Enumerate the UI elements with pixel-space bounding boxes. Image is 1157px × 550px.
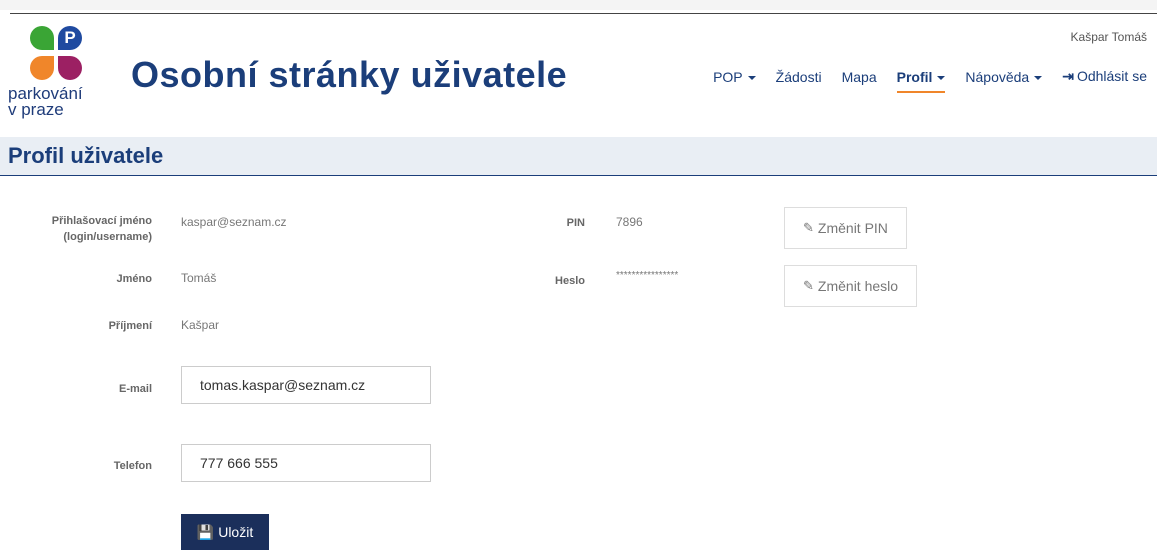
pin-label: PIN [566, 217, 585, 229]
logo-leaf-blue: P [58, 26, 82, 50]
change-password-button[interactable]: ✎ Změnit heslo [784, 265, 918, 307]
caret-down-icon [1034, 75, 1043, 80]
section-title: Profil uživatele [8, 143, 164, 168]
caret-down-icon [747, 75, 756, 80]
nav-zadosti[interactable]: Žádosti [776, 69, 822, 93]
caret-down-icon [937, 75, 946, 80]
logo-leaf-green [30, 26, 54, 50]
floppy-disk-icon: 💾 [196, 523, 215, 540]
pin-value: 7896 [616, 215, 643, 229]
logo-leaf-orange [30, 56, 54, 80]
phone-field[interactable]: 777 666 555 [181, 444, 431, 482]
phone-label: Telefon [113, 460, 152, 472]
email-label: E-mail [118, 383, 152, 395]
logo-leaf-purple [58, 56, 82, 80]
user-name: Kašpar Tomáš [1070, 30, 1147, 44]
nav-napoveda[interactable]: Nápověda [965, 69, 1043, 93]
nav-pop[interactable]: POP [713, 69, 756, 93]
name-label: Jméno [116, 273, 152, 285]
save-button[interactable]: 💾 Uložit [181, 514, 269, 550]
logo[interactable]: P parkování v praze [8, 26, 108, 126]
nav-logout[interactable]: ⇥ Odhlásit se [1062, 68, 1147, 93]
nav-mapa[interactable]: Mapa [842, 69, 877, 93]
logo-text: parkování v praze [8, 84, 83, 119]
login-value: kaspar@seznam.cz [181, 215, 287, 229]
name-value: Tomáš [181, 271, 217, 285]
page-title: Osobní stránky uživatele [131, 54, 568, 95]
logout-icon: ⇥ [1062, 68, 1074, 84]
section-header: Profil uživatele [0, 137, 1157, 176]
edit-icon: ✎ [803, 278, 814, 293]
email-field[interactable]: tomas.kaspar@seznam.cz [181, 366, 431, 404]
surname-value: Kašpar [181, 318, 220, 332]
password-value: **************** [616, 270, 679, 281]
nav-profil[interactable]: Profil [896, 69, 946, 93]
password-label: Heslo [555, 275, 585, 287]
edit-icon: ✎ [803, 220, 814, 235]
login-label: Přihlašovací jméno (login/username) [51, 215, 152, 243]
top-divider [10, 13, 1157, 14]
main-nav: POP Žádosti Mapa Profil Nápověda ⇥ Odhlás… [693, 68, 1147, 93]
surname-label: Příjmení [108, 320, 152, 332]
change-pin-button[interactable]: ✎ Změnit PIN [784, 207, 907, 249]
top-strip [0, 0, 1157, 10]
